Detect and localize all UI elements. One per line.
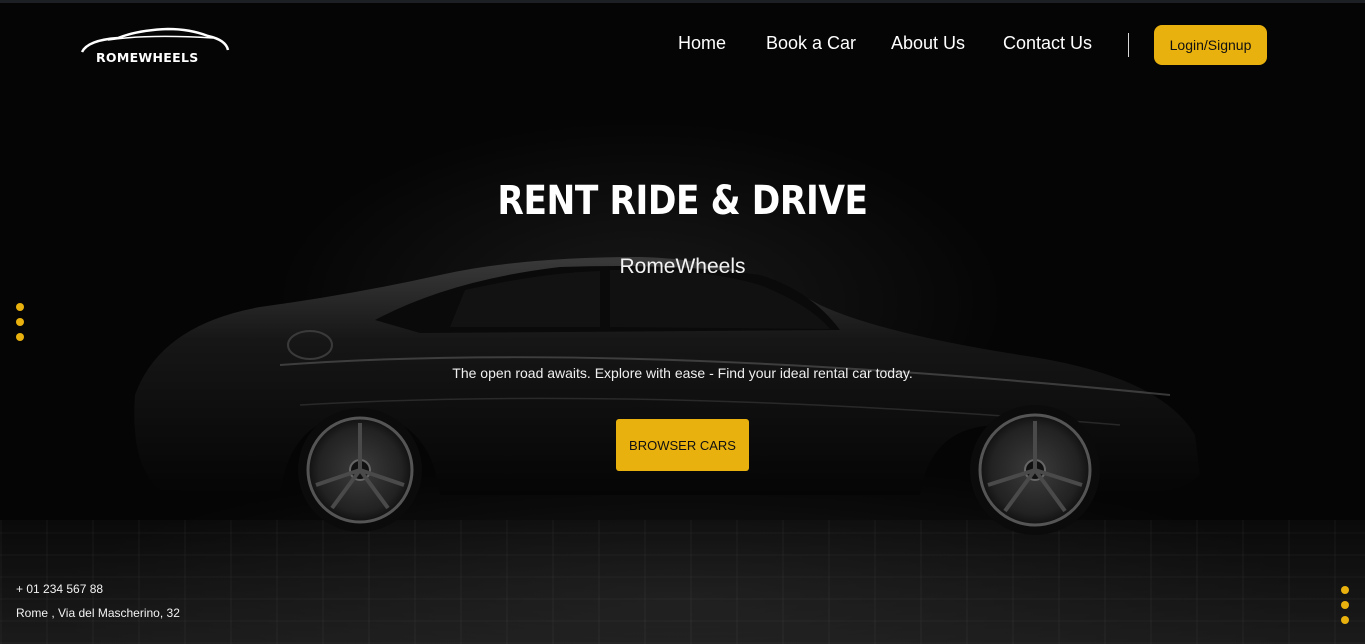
right-dots-decoration xyxy=(1341,586,1349,624)
dot xyxy=(16,303,24,311)
hero-tagline: The open road awaits. Explore with ease … xyxy=(452,365,913,381)
contact-phone: + 01 234 567 88 xyxy=(16,582,104,596)
dot xyxy=(16,333,24,341)
brand-name: ROMEWHEELS xyxy=(96,50,199,65)
login-signup-button[interactable]: Login/Signup xyxy=(1154,25,1267,65)
nav-item-home[interactable]: Home xyxy=(678,33,726,54)
dot xyxy=(1341,616,1349,624)
nav-item-about-us[interactable]: About Us xyxy=(891,33,965,54)
nav-item-book-a-car[interactable]: Book a Car xyxy=(766,33,856,54)
contact-address: Rome , Via del Mascherino, 32 xyxy=(16,606,180,620)
left-dots-decoration xyxy=(16,303,24,341)
dot xyxy=(16,318,24,326)
hero-title: RENT RIDE & DRIVE xyxy=(497,178,868,224)
hero-subtitle: RomeWheels xyxy=(619,255,746,278)
dot xyxy=(1341,586,1349,594)
nav-divider xyxy=(1128,33,1129,57)
car-image xyxy=(134,257,1201,535)
browse-cars-button[interactable]: BROWSER CARS xyxy=(616,419,749,471)
dot xyxy=(1341,601,1349,609)
brand-logo[interactable]: ROMEWHEELS xyxy=(78,26,233,68)
nav-item-contact-us[interactable]: Contact Us xyxy=(1003,33,1092,54)
